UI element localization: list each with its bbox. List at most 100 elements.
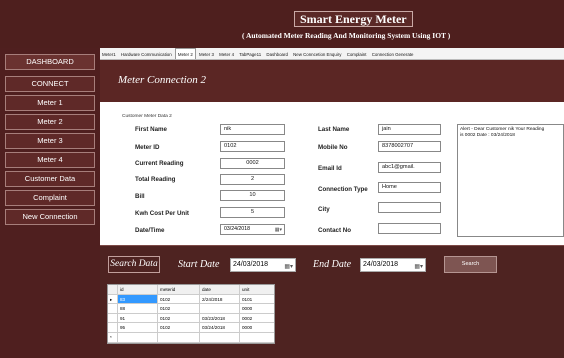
total-reading-label: Total Reading (135, 176, 176, 183)
tab-meter1[interactable]: Meter1 (100, 49, 118, 60)
tab-new-connection-enquiry[interactable]: New Conncetion Enquiry (291, 49, 343, 60)
first-name-label: First Name (135, 126, 167, 133)
alert-message-box[interactable]: Alert - Dear Customer nik Your Reading i… (457, 124, 564, 237)
table-row[interactable]: ▸ 83 0102 2/24/2018 0101 (108, 294, 274, 305)
alert-line-2: is 0002 Date : 03/24/2018 (460, 133, 515, 138)
table-cell[interactable] (200, 332, 240, 342)
table-cell[interactable]: 0102 (158, 294, 200, 304)
search-bar: Search Data Start Date 24/03/2018 ▦▾ End… (100, 245, 564, 281)
panel-header: Meter Connection 2 (100, 60, 564, 102)
tab-dashboard[interactable]: Dashboard (264, 49, 289, 60)
last-name-label: Last Name (318, 126, 350, 133)
column-header[interactable]: date (200, 285, 240, 294)
sidebar-item-meter-1[interactable]: Meter 1 (5, 95, 95, 111)
kwh-cost-field[interactable]: 5 (220, 207, 285, 218)
email-label: Email Id (318, 165, 342, 172)
table-cell[interactable]: 03/24/2018 (200, 323, 240, 332)
sidebar-item-dashboard[interactable]: DASHBOARD (5, 54, 95, 70)
end-date-picker[interactable]: 24/03/2018 ▦▾ (360, 258, 426, 272)
connection-type-label: Connection Type (318, 186, 368, 193)
email-field[interactable]: abc1@gmail. (378, 162, 441, 173)
sidebar-item-meter-4[interactable]: Meter 4 (5, 152, 95, 168)
kwh-cost-label: Kwh Cost Per Unit (135, 210, 189, 217)
meter-id-label: Meter ID (135, 144, 160, 151)
table-cell[interactable]: 83 (118, 294, 158, 304)
end-date-label: End Date (313, 259, 352, 270)
table-cell[interactable]: 0102 (158, 313, 200, 323)
results-area: id meterid date unit ▸ 83 0102 2/24/2018… (100, 281, 564, 358)
contact-no-field[interactable] (378, 223, 441, 234)
column-header[interactable]: unit (240, 285, 274, 294)
table-cell[interactable]: 88 (118, 304, 158, 313)
table-cell[interactable] (118, 332, 158, 342)
panel-title: Meter Connection 2 (118, 74, 206, 86)
city-field[interactable] (378, 202, 441, 213)
sidebar: DASHBOARD CONNECT Meter 1 Meter 2 Meter … (0, 48, 100, 358)
column-header[interactable]: id (118, 285, 158, 294)
sidebar-item-meter-2[interactable]: Meter 2 (5, 114, 95, 130)
mobile-no-field[interactable]: 8378002707 (378, 141, 441, 152)
search-data-label: Search Data (108, 256, 160, 273)
tab-connection-generate[interactable]: Connection Generate (370, 49, 416, 60)
table-row[interactable]: 88 0102 0000 (108, 304, 274, 314)
current-reading-field[interactable]: 0002 (220, 158, 285, 169)
row-header (108, 304, 118, 313)
row-header (108, 313, 118, 323)
group-label: Customer Meter Data 2 (122, 114, 172, 119)
bill-label: Bill (135, 193, 145, 200)
start-date-picker[interactable]: 24/03/2018 ▦▾ (230, 258, 296, 272)
table-cell[interactable] (158, 332, 200, 342)
sidebar-item-complaint[interactable]: Complaint (5, 190, 95, 206)
sidebar-item-customer-data[interactable]: Customer Data (5, 171, 95, 187)
table-cell[interactable]: 2/24/2018 (200, 294, 240, 304)
search-button[interactable]: Search (444, 256, 497, 273)
table-row[interactable]: 95 0102 03/24/2018 0000 (108, 323, 274, 333)
table-cell[interactable]: 0000 (240, 304, 274, 313)
mobile-no-label: Mobile No (318, 144, 348, 151)
start-date-label: Start Date (178, 259, 220, 270)
calendar-icon[interactable]: ▦▾ (414, 261, 423, 273)
last-name-field[interactable]: jain (378, 124, 441, 135)
tab-complaint[interactable]: Complaint (345, 49, 369, 60)
table-cell[interactable]: 91 (118, 313, 158, 323)
grid-header-row: id meterid date unit (108, 285, 274, 295)
table-cell[interactable]: 03/23/2018 (200, 313, 240, 323)
end-date-value: 24/03/2018 (363, 261, 399, 268)
new-row-marker: * (108, 332, 118, 342)
column-header[interactable]: meterid (158, 285, 200, 294)
tab-tabpage11[interactable]: TabPage11 (237, 49, 263, 60)
date-time-picker[interactable]: 03/24/2018 ▦▾ (220, 224, 285, 235)
table-cell[interactable] (240, 333, 274, 342)
table-cell[interactable]: 0101 (240, 295, 274, 304)
tab-bar: Meter1 Hardware Communication Meter 2 Me… (100, 48, 564, 60)
table-row[interactable]: 91 0102 03/23/2018 0002 (108, 313, 274, 324)
table-row-new[interactable]: * (108, 332, 274, 343)
table-cell[interactable]: 0002 (240, 314, 274, 323)
bill-field[interactable]: 10 (220, 190, 285, 201)
table-cell[interactable]: 0102 (158, 304, 200, 313)
tab-hardware-communication[interactable]: Hardware Communication (119, 49, 174, 60)
app-header: Smart Energy Meter ( Automated Meter Rea… (0, 0, 564, 48)
table-cell[interactable]: 0000 (240, 323, 274, 332)
tab-meter-2[interactable]: Meter 2 (174, 48, 196, 59)
calendar-icon[interactable]: ▦▾ (275, 226, 282, 235)
sidebar-item-meter-3[interactable]: Meter 3 (5, 133, 95, 149)
results-grid[interactable]: id meterid date unit ▸ 83 0102 2/24/2018… (107, 284, 275, 344)
meter-id-field[interactable]: 0102 (220, 141, 285, 152)
total-reading-field[interactable]: 2 (220, 174, 285, 185)
tab-meter-4[interactable]: Meter 4 (217, 49, 236, 60)
row-header (108, 323, 118, 332)
customer-meter-form: Customer Meter Data 2 First Name nik Met… (100, 102, 564, 245)
table-cell[interactable]: 95 (118, 323, 158, 332)
row-pointer-icon: ▸ (108, 294, 118, 304)
tab-meter-3[interactable]: Meter 3 (197, 49, 216, 60)
date-time-label: Date/Time (135, 227, 165, 234)
calendar-icon[interactable]: ▦▾ (284, 261, 293, 273)
table-cell[interactable]: 0102 (158, 323, 200, 332)
first-name-field[interactable]: nik (220, 124, 285, 135)
table-cell[interactable] (200, 304, 240, 313)
start-date-value: 24/03/2018 (233, 261, 269, 268)
sidebar-item-connect[interactable]: CONNECT (5, 76, 95, 92)
sidebar-item-new-connection[interactable]: New Connection (5, 209, 95, 225)
connection-type-field[interactable]: Home (378, 182, 441, 193)
